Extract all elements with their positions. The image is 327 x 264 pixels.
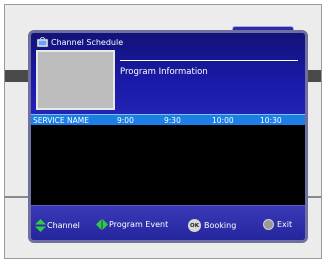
tv-icon <box>36 36 49 47</box>
exit-button-icon <box>263 219 274 230</box>
channel-schedule-window: Channel Schedule Program Information SER… <box>28 30 308 243</box>
right-divider <box>307 196 321 198</box>
updown-arrow-icon <box>35 219 46 232</box>
legend-channel-label: Channel <box>47 221 80 230</box>
left-divider <box>5 196 28 198</box>
left-side-bar <box>5 70 28 82</box>
legend-exit-label: Exit <box>277 220 293 229</box>
header-service-name: SERVICE NAME <box>33 116 89 125</box>
legend-channel: Channel <box>35 219 80 232</box>
legend-booking: OK Booking <box>188 219 236 232</box>
key-legend: Channel Program Event OK Booking Exit <box>31 205 305 240</box>
legend-exit: Exit <box>263 219 292 230</box>
schedule-header-row: SERVICE NAME 9:00 9:30 10:00 10:30 <box>31 114 305 125</box>
legend-booking-label: Booking <box>204 221 237 230</box>
legend-program-event-label: Program Event <box>109 220 169 229</box>
right-side-bar <box>307 70 321 82</box>
info-panel: Channel Schedule Program Information <box>31 33 305 115</box>
program-information-label: Program Information <box>120 67 208 77</box>
window-title: Channel Schedule <box>36 35 123 49</box>
header-time-1000: 10:00 <box>212 116 234 125</box>
header-time-900: 9:00 <box>117 116 134 125</box>
info-divider <box>120 60 298 61</box>
leftright-arrow-icon <box>96 219 108 230</box>
video-preview <box>36 50 115 110</box>
header-time-1030: 10:30 <box>260 116 282 125</box>
legend-program-event: Program Event <box>96 219 168 230</box>
ok-button-icon: OK <box>188 219 201 232</box>
schedule-grid[interactable] <box>31 125 305 205</box>
header-time-930: 9:30 <box>164 116 181 125</box>
window-title-text: Channel Schedule <box>51 37 124 47</box>
